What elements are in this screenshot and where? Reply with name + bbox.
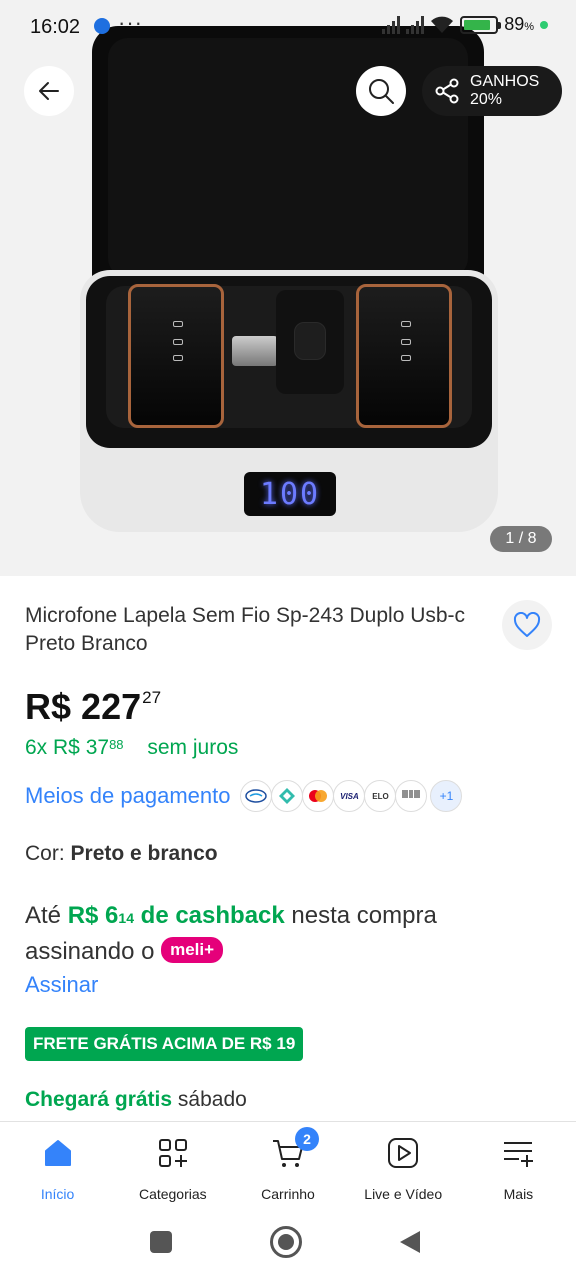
price-currency: R$ <box>25 686 72 727</box>
nav-item-cart[interactable]: 2 Carrinho <box>230 1122 345 1207</box>
nav-item-categories[interactable]: Categorias <box>115 1122 230 1207</box>
mastercard-icon <box>302 780 335 812</box>
product-image-mic-left <box>128 284 224 428</box>
color-label: Cor: <box>25 842 65 865</box>
share-icon <box>435 78 459 104</box>
wifi-icon <box>430 16 454 34</box>
favorite-button[interactable] <box>502 600 552 650</box>
arrow-left-icon <box>39 82 59 100</box>
boleto-icon <box>395 780 428 812</box>
product-image-gallery[interactable]: 100 16:02 ··· 89% GANHOS 20% 1 / 8 <box>0 0 576 576</box>
nav-item-live-video[interactable]: Live e Vídeo <box>346 1122 461 1207</box>
menu-plus-icon <box>501 1136 535 1170</box>
heart-icon <box>513 612 541 637</box>
arrival-highlight: Chegará grátis <box>25 1088 173 1111</box>
mercado-pago-icon <box>240 780 273 812</box>
nav-label-live-video: Live e Vídeo <box>364 1186 443 1202</box>
messenger-notification-icon <box>94 18 110 34</box>
subscribe-link[interactable]: Assinar <box>25 972 98 998</box>
arrival-info: Chegará grátis sábado <box>25 1088 247 1112</box>
more-payment-methods: +1 <box>430 780 463 812</box>
price-cents: 27 <box>142 688 162 707</box>
categories-icon <box>156 1136 190 1170</box>
installments-no-interest: sem juros <box>147 736 239 759</box>
nav-item-more[interactable]: Mais <box>461 1122 576 1207</box>
price-integer: 227 <box>81 686 142 727</box>
free-shipping-badge: FRETE GRÁTIS ACIMA DE R$ 19 <box>25 1027 304 1061</box>
battery-percent: 89 <box>504 14 525 34</box>
cashback-amount: R$ 614 de cashback <box>67 902 285 929</box>
cashback-info: Até R$ 614 de cashback nesta compra assi… <box>25 902 437 965</box>
signal-icon <box>382 15 401 34</box>
back-system-icon[interactable] <box>400 1231 420 1253</box>
back-button[interactable] <box>24 66 74 116</box>
arrival-day: sábado <box>177 1088 247 1111</box>
nav-label-cart: Carrinho <box>261 1186 315 1202</box>
product-image-lid <box>108 38 468 278</box>
product-title: Microfone Lapela Sem Fio Sp-243 Duplo Us… <box>25 604 466 655</box>
more-notifications-icon: ··· <box>118 10 143 35</box>
signal-icon-2 <box>406 15 425 34</box>
pix-icon <box>271 780 304 812</box>
installments-cents: 88 <box>109 737 124 752</box>
product-price: R$ 22727 <box>25 686 161 728</box>
display-text: 100 <box>259 476 321 512</box>
installments: 6x R$ 3788 sem juros <box>25 736 238 760</box>
payment-methods-link[interactable]: Meios de pagamento VISA ELO +1 <box>25 780 463 812</box>
color-value: Preto e branco <box>70 842 218 865</box>
payment-methods-label[interactable]: Meios de pagamento <box>25 783 230 809</box>
nav-label-home: Início <box>40 1186 75 1202</box>
visa-icon: VISA <box>333 780 366 812</box>
home-system-icon[interactable] <box>270 1226 302 1258</box>
installments-value: 6x R$ 37 <box>25 736 110 759</box>
privacy-dot-icon <box>540 20 548 29</box>
bottom-navigation: Início Categorias 2 Carrinho Live e Víde… <box>0 1121 576 1207</box>
search-button[interactable] <box>356 66 406 116</box>
product-image-receiver <box>276 290 344 394</box>
nav-item-home[interactable]: Início <box>0 1122 115 1207</box>
nav-label-more: Mais <box>503 1186 534 1202</box>
meli-plus-badge: meli+ <box>161 936 224 963</box>
status-bar: 16:02 ··· 89% <box>0 0 576 56</box>
battery-icon <box>460 15 502 34</box>
share-percent: 20% <box>470 91 503 108</box>
recent-apps-icon[interactable] <box>150 1231 172 1253</box>
color-selector[interactable]: Cor: Preto e branco <box>25 842 218 866</box>
nav-label-categories: Categorias <box>138 1186 207 1202</box>
product-image-usb <box>232 336 278 366</box>
cart-count-badge: 2 <box>295 1127 319 1151</box>
image-counter: 1 / 8 <box>490 526 552 552</box>
search-icon <box>369 79 394 104</box>
elo-icon: ELO <box>364 780 397 812</box>
play-icon <box>386 1136 420 1170</box>
share-label: GANHOS <box>470 73 540 90</box>
status-time: 16:02 <box>30 16 81 38</box>
cart-icon: 2 <box>271 1127 319 1170</box>
system-navigation-bar <box>0 1207 576 1280</box>
product-image-mic-right <box>356 284 452 428</box>
share-earn-button[interactable]: GANHOS 20% <box>422 66 562 116</box>
product-image-display: 100 <box>244 472 336 516</box>
home-icon <box>41 1136 75 1170</box>
